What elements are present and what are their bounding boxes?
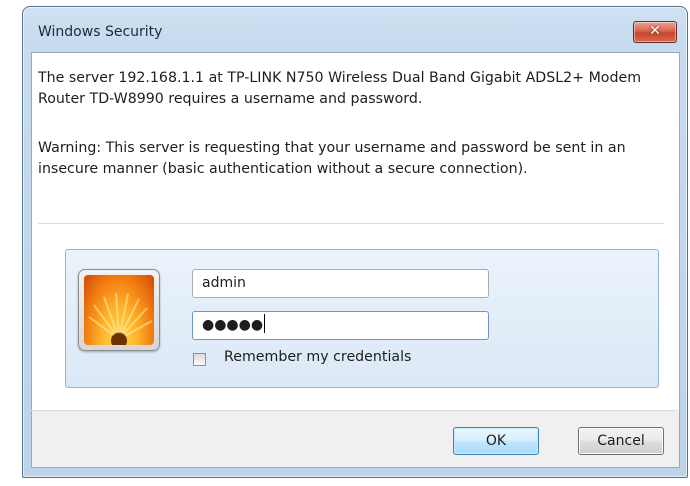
windows-security-dialog: Windows Security ✕ The server 192.168.1.… [22,6,688,478]
flower-picture [84,275,154,345]
dialog-footer: OK Cancel [31,411,680,468]
content-divider [38,223,664,224]
remember-checkbox[interactable] [193,353,206,366]
ok-button[interactable]: OK [453,427,539,455]
cancel-button[interactable]: Cancel [578,427,664,455]
remember-label[interactable]: Remember my credentials [224,349,411,365]
password-field[interactable]: ●●●●● [192,311,489,340]
dialog-title: Windows Security [38,24,163,40]
server-message: The server 192.168.1.1 at TP-LINK N750 W… [38,70,642,107]
security-warning: Warning: This server is requesting that … [38,140,626,177]
password-mask: ●●●●● [202,317,264,333]
dialog-content: The server 192.168.1.1 at TP-LINK N750 W… [31,52,680,411]
user-picture-icon [78,269,160,351]
close-button[interactable]: ✕ [633,21,677,43]
username-field[interactable]: admin [192,269,489,298]
text-caret [264,314,266,333]
credential-tile: admin ●●●●● Remember my credentials [65,249,659,388]
close-icon: ✕ [649,23,661,39]
